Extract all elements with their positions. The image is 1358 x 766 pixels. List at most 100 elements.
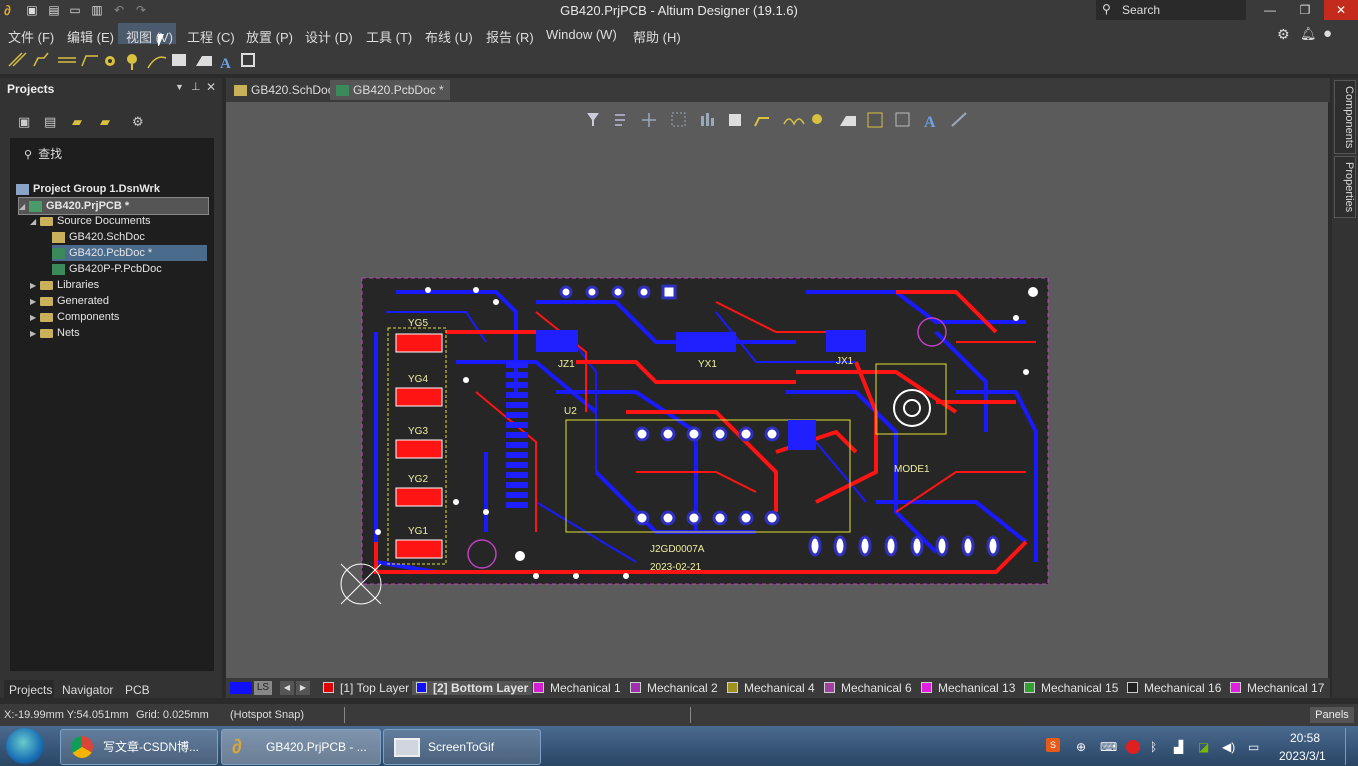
tree-item-label: GB420.SchDoc (69, 231, 145, 243)
tree-item-generated[interactable]: ▶ Generated (30, 293, 109, 309)
layer-tab-mech15[interactable]: Mechanical 15 (1024, 681, 1118, 695)
expand-arrow-icon[interactable]: ▶ (30, 294, 40, 310)
settings-icon[interactable]: ⚙ (1277, 26, 1290, 43)
folder-icon (40, 216, 53, 226)
tree-item-pcbdoc[interactable]: GB420.PcbDoc * (52, 245, 207, 261)
layer-set-button[interactable]: LS (254, 681, 272, 695)
sogou-ime-icon[interactable]: S (1046, 738, 1060, 752)
notification-icon[interactable]: 🔔︎ (1300, 26, 1317, 42)
layer-tab-mech4[interactable]: Mechanical 4 (727, 681, 815, 695)
volume-icon[interactable]: ◀) (1222, 740, 1235, 754)
save-project-icon[interactable]: ▣ (18, 114, 30, 130)
account-icon[interactable]: ● (1323, 25, 1332, 42)
menu-help[interactable]: 帮助 (H) (633, 27, 681, 46)
diff-pair-icon (783, 118, 805, 126)
chrome-icon (71, 736, 93, 758)
layer-label: Mechanical 15 (1041, 681, 1119, 695)
tree-item-label: Libraries (57, 279, 100, 291)
menu-design[interactable]: 设计 (D) (305, 27, 353, 46)
keyboard-icon[interactable]: ⌨ (1100, 740, 1117, 754)
tree-item-pcbdoc-2[interactable]: GB420P-P.PcbDoc (52, 261, 162, 277)
close-panel-icon[interactable]: ✕ (206, 80, 216, 94)
tab-pcbdoc[interactable]: GB420.PcbDoc * (330, 80, 450, 100)
tree-item-libraries[interactable]: ▶ Libraries (30, 277, 99, 293)
action-center-icon[interactable]: ▭ (1248, 740, 1259, 754)
netease-icon[interactable] (1126, 740, 1140, 754)
fill-icon (840, 116, 856, 126)
tree-item-workspace[interactable]: Project Group 1.DsnWrk (16, 181, 160, 197)
fill-icon (172, 54, 186, 66)
menu-tools[interactable]: 工具 (T) (366, 27, 412, 46)
menu-file[interactable]: 文件 (F) (8, 27, 54, 46)
layer-tab-mech2[interactable]: Mechanical 2 (630, 681, 718, 695)
menu-place[interactable]: 放置 (P) (246, 27, 293, 46)
layer-label: [2] Bottom Layer (433, 681, 529, 695)
network-icon[interactable]: ▟ (1174, 740, 1183, 754)
taskbar-chrome[interactable]: 写文章-CSDN博... (60, 729, 218, 765)
clock-time[interactable]: 20:58 (1290, 731, 1320, 745)
menu-edit[interactable]: 编辑 (E) (67, 27, 114, 46)
toolbar-tool-icon (8, 52, 98, 67)
search-box[interactable]: ⚲ Search (1096, 0, 1246, 20)
minimize-button[interactable]: — (1255, 0, 1285, 20)
layer-tab-mech6[interactable]: Mechanical 6 (824, 681, 912, 695)
expand-arrow-icon[interactable]: ▶ (30, 278, 40, 294)
layer-color-swatch (533, 682, 544, 693)
start-button[interactable] (6, 728, 44, 764)
tree-search[interactable]: ⚲ 查找 (24, 145, 62, 162)
panel-menu-icon[interactable]: ▼ (175, 82, 184, 92)
toolbar-icons: A (8, 52, 255, 72)
expand-arrow-icon[interactable]: ▶ (30, 326, 40, 342)
tab-properties[interactable]: Properties (1334, 156, 1356, 218)
menu-project[interactable]: 工程 (C) (187, 27, 235, 46)
layer-tab-mech1[interactable]: Mechanical 1 (533, 681, 621, 695)
open-folder-icon[interactable]: ▰ (72, 114, 82, 130)
tab-navigator[interactable]: Navigator (62, 683, 113, 697)
collapse-arrow-icon[interactable]: ◢ (30, 214, 40, 230)
tab-projects[interactable]: Projects (9, 683, 52, 697)
tree-item-nets[interactable]: ▶ Nets (30, 325, 80, 341)
menu-reports[interactable]: 报告 (R) (486, 27, 534, 46)
nvidia-icon[interactable]: ◪ (1198, 740, 1209, 754)
taskbar-screentogif[interactable]: ScreenToGif (383, 729, 541, 765)
layer-next-icon[interactable]: ▶ (296, 681, 310, 695)
tree-item-schdoc[interactable]: GB420.SchDoc (52, 229, 145, 245)
workspace-icon (16, 183, 29, 195)
pin-icon[interactable]: ⊥ (191, 80, 201, 93)
layer-tab-bottom[interactable]: [2] Bottom Layer (412, 681, 533, 695)
tree-item-components[interactable]: ▶ Components (30, 309, 119, 325)
current-layer-swatch[interactable] (230, 682, 252, 694)
tab-pcb[interactable]: PCB (125, 683, 150, 697)
collapse-arrow-icon[interactable]: ◢ (19, 199, 29, 215)
tab-schdoc[interactable]: GB420.SchDoc (228, 80, 340, 100)
folder-settings-icon[interactable]: ▰ (100, 114, 110, 130)
save-all-project-icon[interactable]: ▤ (44, 114, 56, 130)
restore-button[interactable]: ❐ (1290, 0, 1320, 20)
interactive-route-icon (754, 117, 769, 127)
svg-text:A: A (220, 56, 231, 72)
tree-item-source-documents[interactable]: ◢ Source Documents (30, 213, 151, 229)
layer-prev-icon[interactable]: ◀ (280, 681, 294, 695)
show-desktop-button[interactable] (1345, 728, 1358, 765)
menu-window[interactable]: Window (W) (546, 27, 617, 42)
layer-tab-mech17[interactable]: Mechanical 17 (1230, 681, 1324, 695)
layer-tab-mech16[interactable]: Mechanical 16 (1127, 681, 1221, 695)
layer-tab-mech13[interactable]: Mechanical 13 (921, 681, 1015, 695)
filter-icon (587, 113, 599, 126)
polygon-icon (867, 112, 883, 128)
clock-date[interactable]: 2023/3/1 (1279, 749, 1326, 763)
menu-view[interactable]: 视图 (V) (126, 27, 173, 46)
pcb-board[interactable]: YG5 YG4 YG3 YG2 YG1 U2 JZ1 YX1 JX1 MODE1… (336, 272, 1056, 608)
project-options-icon[interactable]: ⚙ (132, 114, 144, 130)
expand-arrow-icon[interactable]: ▶ (30, 310, 40, 326)
tab-components[interactable]: Components (1334, 80, 1356, 154)
bluetooth-icon[interactable]: ᛒ (1150, 740, 1157, 754)
cross-probe-icon (642, 113, 656, 127)
layer-tab-top[interactable]: [1] Top Layer (323, 681, 409, 695)
menu-route[interactable]: 布线 (U) (425, 27, 473, 46)
panels-button[interactable]: Panels (1310, 707, 1354, 723)
task-label: 写文章-CSDN博... (103, 740, 200, 754)
close-button[interactable]: ✕ (1324, 0, 1358, 20)
language-icon[interactable]: ⊕ (1076, 740, 1086, 754)
taskbar-altium[interactable]: ∂ GB420.PrjPCB - ... (221, 729, 381, 765)
